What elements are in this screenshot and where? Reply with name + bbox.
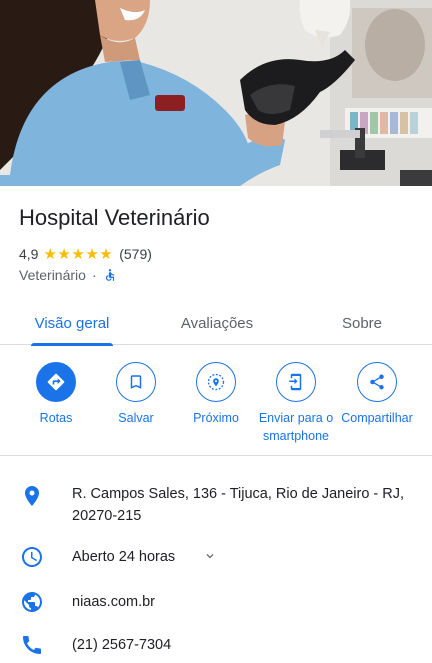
directions-label: Rotas xyxy=(39,411,73,425)
chevron-down-icon[interactable] xyxy=(203,549,217,563)
tab-about-label: Sobre xyxy=(341,315,383,332)
website-row[interactable]: niaas.com.br xyxy=(0,591,432,615)
place-title: Hospital Veterinário xyxy=(19,205,210,230)
nearby-label: Próximo xyxy=(193,411,239,425)
tab-reviews[interactable]: Avaliações xyxy=(162,302,272,345)
address-text: R. Campos Sales, 136 - Tijuca, Rio de Ja… xyxy=(72,486,405,524)
category-label[interactable]: Veterinário xyxy=(19,267,86,283)
save-label: Salvar xyxy=(118,411,154,425)
location-pin-icon xyxy=(25,486,39,506)
review-count[interactable]: (579) xyxy=(119,246,152,262)
place-photo[interactable] xyxy=(0,0,432,186)
tab-about[interactable]: Sobre xyxy=(307,302,417,345)
address-row[interactable]: R. Campos Sales, 136 - Tijuca, Rio de Ja… xyxy=(0,483,432,529)
section-divider xyxy=(0,455,432,456)
save-button[interactable]: Salvar xyxy=(95,362,177,427)
category-row: Veterinário · xyxy=(19,267,117,283)
bookmark-icon xyxy=(116,362,156,402)
tab-active-indicator xyxy=(31,343,113,346)
star-icon: ★ xyxy=(43,245,57,263)
share-button[interactable]: Compartilhar xyxy=(336,362,418,427)
separator-dot: · xyxy=(91,267,97,283)
phone-row[interactable]: (21) 2567-7304 xyxy=(0,634,432,658)
star-rating: ★ ★ ★ ★ ★ xyxy=(43,247,113,262)
nearby-button[interactable]: Próximo xyxy=(175,362,257,427)
phone-text: (21) 2567-7304 xyxy=(72,637,172,653)
send-to-phone-button[interactable]: Enviar para o smartphone xyxy=(255,362,337,445)
globe-icon xyxy=(22,592,42,612)
nearby-icon xyxy=(196,362,236,402)
directions-icon xyxy=(36,362,76,402)
website-text: niaas.com.br xyxy=(72,594,156,610)
tab-bar: Visão geral Avaliações Sobre xyxy=(0,302,432,346)
wheelchair-icon xyxy=(105,269,114,281)
star-icon: ★ xyxy=(71,245,85,263)
star-icon: ★ xyxy=(85,245,99,263)
send-to-phone-icon xyxy=(276,362,316,402)
directions-button[interactable]: Rotas xyxy=(15,362,97,427)
tab-overview[interactable]: Visão geral xyxy=(17,302,127,346)
share-icon xyxy=(357,362,397,402)
rating-row[interactable]: 4,9 ★ ★ ★ ★ ★ (579) xyxy=(19,244,152,264)
phone-icon xyxy=(23,636,41,654)
tab-reviews-label: Avaliações xyxy=(180,315,254,332)
hours-text: Aberto 24 horas xyxy=(72,549,176,565)
star-icon: ★ xyxy=(57,245,71,263)
hours-row[interactable]: Aberto 24 horas xyxy=(0,546,432,570)
share-label: Compartilhar xyxy=(341,411,413,425)
clock-icon xyxy=(22,547,42,567)
send-to-phone-label: Enviar para o smartphone xyxy=(258,411,334,443)
rating-value: 4,9 xyxy=(19,246,39,262)
tab-overview-label: Visão geral xyxy=(34,315,110,332)
action-bar: Rotas Salvar Próximo Enviar para o smart… xyxy=(0,362,432,454)
star-icon: ★ xyxy=(99,245,113,263)
